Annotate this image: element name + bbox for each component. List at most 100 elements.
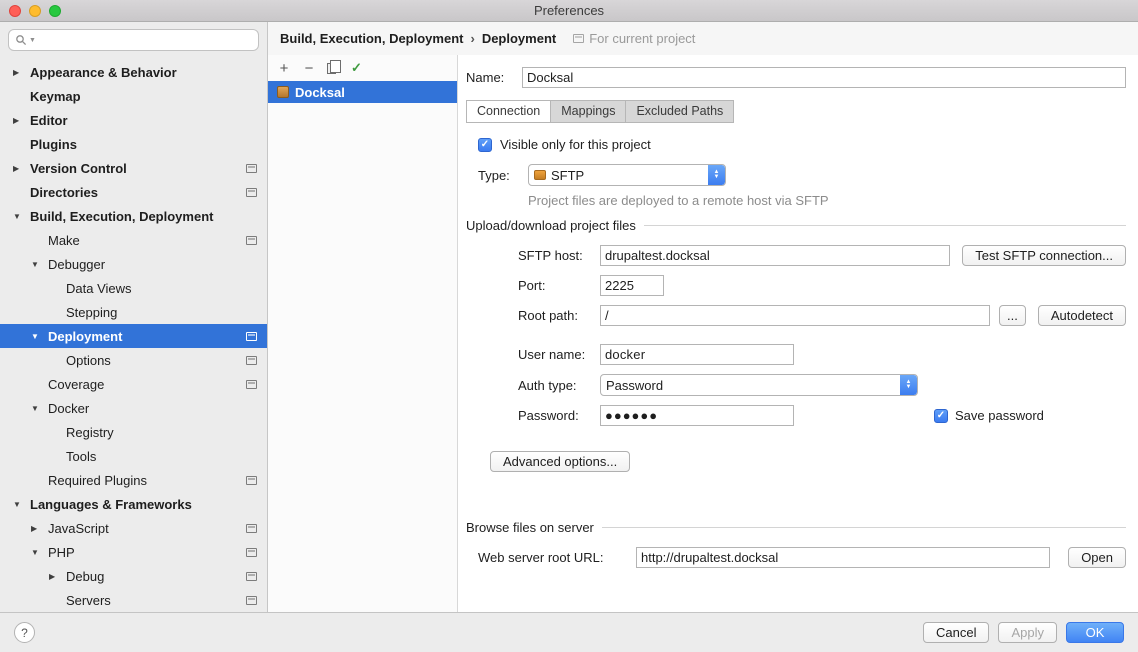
sidebar-item-registry[interactable]: Registry <box>0 420 267 444</box>
password-input[interactable] <box>600 405 794 426</box>
advanced-options-button[interactable]: Advanced options... <box>490 451 630 472</box>
add-server-icon[interactable]: + <box>277 61 291 76</box>
tab-connection[interactable]: Connection <box>466 100 551 123</box>
sidebar-item-stepping[interactable]: Stepping <box>0 300 267 324</box>
copy-server-icon[interactable] <box>327 63 336 74</box>
sftp-host-input[interactable] <box>600 245 950 266</box>
sidebar-item-debugger[interactable]: ▼Debugger <box>0 252 267 276</box>
breadcrumb-separator: › <box>470 31 474 46</box>
sidebar-item-keymap[interactable]: Keymap <box>0 84 267 108</box>
close-button[interactable] <box>9 5 21 17</box>
open-button[interactable]: Open <box>1068 547 1126 568</box>
chevron-right-icon[interactable]: ▶ <box>49 572 66 581</box>
chevron-down-icon[interactable]: ▼ <box>31 404 48 413</box>
test-sftp-connection-button[interactable]: Test SFTP connection... <box>962 245 1126 266</box>
sidebar-item-php-debug[interactable]: ▶Debug <box>0 564 267 588</box>
sidebar-item-languages-frameworks[interactable]: ▼Languages & Frameworks <box>0 492 267 516</box>
settings-search-box[interactable]: ▼ <box>8 29 259 51</box>
cancel-button[interactable]: Cancel <box>923 622 989 643</box>
sidebar-item-javascript[interactable]: ▶JavaScript <box>0 516 267 540</box>
server-icon <box>277 86 289 98</box>
sidebar-item-plugins[interactable]: Plugins <box>0 132 267 156</box>
project-settings-icon <box>246 524 257 533</box>
type-dropdown[interactable]: SFTP ▲▼ <box>528 164 726 186</box>
dropdown-stepper-icon[interactable]: ▲▼ <box>900 375 917 395</box>
web-root-input[interactable] <box>636 547 1050 568</box>
chevron-right-icon[interactable]: ▶ <box>13 164 30 173</box>
visible-only-checkbox[interactable]: ✓ <box>478 138 492 152</box>
chevron-right-icon[interactable]: ▶ <box>13 116 30 125</box>
use-as-default-icon[interactable]: ✓ <box>351 60 362 76</box>
server-name: Docksal <box>295 85 345 100</box>
project-settings-icon <box>246 332 257 341</box>
zoom-button[interactable] <box>49 5 61 17</box>
minimize-button[interactable] <box>29 5 41 17</box>
sidebar-item-data-views[interactable]: Data Views <box>0 276 267 300</box>
sidebar-item-coverage[interactable]: Coverage <box>0 372 267 396</box>
type-label: Type: <box>478 168 520 183</box>
help-button[interactable]: ? <box>14 622 35 643</box>
remove-server-icon[interactable]: − <box>302 61 316 76</box>
password-label: Password: <box>518 408 600 423</box>
type-hint: Project files are deployed to a remote h… <box>528 193 1126 208</box>
chevron-down-icon[interactable]: ▼ <box>13 212 30 221</box>
sidebar-item-php[interactable]: ▼PHP <box>0 540 267 564</box>
browse-section-header: Browse files on server <box>466 520 1126 535</box>
upload-section-title: Upload/download project files <box>466 218 636 233</box>
chevron-right-icon[interactable]: ▶ <box>31 524 48 533</box>
project-settings-icon <box>246 380 257 389</box>
auth-type-label: Auth type: <box>518 378 600 393</box>
search-icon <box>15 34 27 46</box>
visible-only-label: Visible only for this project <box>500 137 651 152</box>
dropdown-stepper-icon[interactable]: ▲▼ <box>708 165 725 185</box>
tab-excluded-paths[interactable]: Excluded Paths <box>625 100 734 123</box>
title-bar: Preferences <box>0 0 1138 22</box>
save-password-checkbox[interactable]: ✓ <box>934 409 948 423</box>
breadcrumb-build-execution-deployment[interactable]: Build, Execution, Deployment <box>280 31 463 46</box>
port-input[interactable] <box>600 275 664 296</box>
user-name-label: User name: <box>518 347 600 362</box>
tab-mappings[interactable]: Mappings <box>550 100 626 123</box>
server-list-toolbar: + − ✓ <box>268 55 457 81</box>
sidebar-item-docker[interactable]: ▼Docker <box>0 396 267 420</box>
dialog-footer: ? Cancel Apply OK <box>0 612 1138 652</box>
web-root-label: Web server root URL: <box>478 550 636 565</box>
sidebar-item-make[interactable]: Make <box>0 228 267 252</box>
sidebar-item-tools[interactable]: Tools <box>0 444 267 468</box>
sidebar-item-editor[interactable]: ▶Editor <box>0 108 267 132</box>
auth-type-value: Password <box>606 378 895 393</box>
sidebar-item-required-plugins[interactable]: Required Plugins <box>0 468 267 492</box>
name-input[interactable] <box>522 67 1126 88</box>
sidebar-item-options[interactable]: Options <box>0 348 267 372</box>
server-list-item-docksal[interactable]: Docksal <box>268 81 457 103</box>
window-title: Preferences <box>0 0 1138 21</box>
autodetect-button[interactable]: Autodetect <box>1038 305 1126 326</box>
current-project-icon <box>573 34 584 43</box>
section-divider <box>644 225 1126 226</box>
search-options-caret-icon[interactable]: ▼ <box>29 37 36 44</box>
ok-button[interactable]: OK <box>1066 622 1124 643</box>
project-settings-icon <box>246 188 257 197</box>
sidebar-item-build-execution-deployment[interactable]: ▼Build, Execution, Deployment <box>0 204 267 228</box>
scope-indicator: For current project <box>573 31 695 46</box>
auth-type-dropdown[interactable]: Password ▲▼ <box>600 374 918 396</box>
root-path-input[interactable] <box>600 305 990 326</box>
sidebar-item-version-control[interactable]: ▶Version Control <box>0 156 267 180</box>
breadcrumb-deployment: Deployment <box>482 31 556 46</box>
chevron-down-icon[interactable]: ▼ <box>31 332 48 341</box>
sftp-host-label: SFTP host: <box>518 248 600 263</box>
chevron-right-icon[interactable]: ▶ <box>13 68 30 77</box>
sidebar-item-appearance-behavior[interactable]: ▶Appearance & Behavior <box>0 60 267 84</box>
project-settings-icon <box>246 548 257 557</box>
settings-search-input[interactable] <box>38 33 252 47</box>
chevron-down-icon[interactable]: ▼ <box>31 548 48 557</box>
sidebar-item-deployment[interactable]: ▼Deployment <box>0 324 267 348</box>
sidebar-item-servers[interactable]: Servers <box>0 588 267 612</box>
sidebar-item-directories[interactable]: Directories <box>0 180 267 204</box>
chevron-down-icon[interactable]: ▼ <box>13 500 30 509</box>
project-settings-icon <box>246 236 257 245</box>
chevron-down-icon[interactable]: ▼ <box>31 260 48 269</box>
save-password-label: Save password <box>955 408 1044 423</box>
browse-root-path-button[interactable]: ... <box>999 305 1026 326</box>
user-name-input[interactable] <box>600 344 794 365</box>
